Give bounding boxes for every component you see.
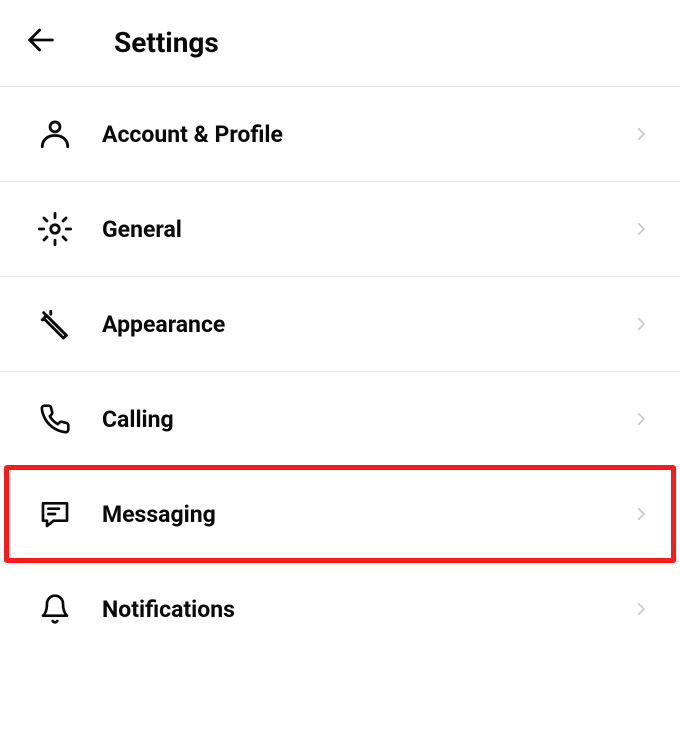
settings-item-account-profile[interactable]: Account & Profile [0,87,680,182]
message-icon [36,495,74,533]
back-button[interactable] [24,22,64,62]
chevron-right-icon [630,408,652,430]
settings-item-appearance[interactable]: Appearance [0,277,680,372]
page-title: Settings [114,26,219,59]
settings-item-label: Appearance [102,311,630,338]
chevron-right-icon [630,313,652,335]
bell-icon [36,590,74,628]
settings-item-messaging[interactable]: Messaging [0,467,680,562]
settings-item-notifications[interactable]: Notifications [0,562,680,656]
settings-item-label: General [102,216,630,243]
settings-item-general[interactable]: General [0,182,680,277]
chevron-right-icon [630,218,652,240]
settings-item-calling[interactable]: Calling [0,372,680,467]
wand-icon [36,305,74,343]
gear-icon [36,210,74,248]
chevron-right-icon [630,123,652,145]
settings-item-label: Calling [102,406,630,433]
chevron-right-icon [630,503,652,525]
settings-list: Account & Profile General [0,87,680,656]
chevron-right-icon [630,598,652,620]
back-arrow-icon [24,23,58,61]
header: Settings [0,0,680,87]
settings-item-label: Messaging [102,501,630,528]
settings-item-label: Notifications [102,596,630,623]
person-icon [36,115,74,153]
phone-icon [36,400,74,438]
settings-item-label: Account & Profile [102,121,630,148]
